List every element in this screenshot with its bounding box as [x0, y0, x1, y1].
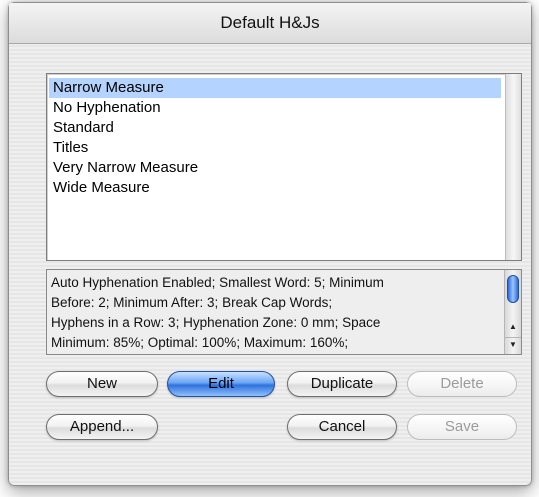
new-button[interactable]: New — [46, 371, 158, 397]
cancel-button[interactable]: Cancel — [287, 414, 397, 440]
list-item-narrow-measure[interactable]: Narrow Measure — [49, 78, 501, 98]
list-item-very-narrow-measure[interactable]: Very Narrow Measure — [49, 158, 501, 178]
list-item-wide-measure[interactable]: Wide Measure — [49, 178, 501, 198]
hj-list[interactable]: Narrow Measure No Hyphenation Standard T… — [46, 73, 522, 261]
up-arrow-icon[interactable]: ▲ — [505, 320, 521, 334]
scroll-thumb[interactable] — [507, 275, 519, 303]
append-button[interactable]: Append... — [46, 414, 158, 440]
description-line: Auto Hyphenation Enabled; Smallest Word:… — [51, 275, 384, 290]
default-hjs-dialog: Default H&Js Narrow Measure No Hyphenati… — [8, 2, 532, 486]
dialog-title: Default H&Js — [220, 13, 320, 32]
title-bar[interactable]: Default H&Js — [9, 3, 531, 44]
hj-description-text: Auto Hyphenation Enabled; Smallest Word:… — [51, 273, 499, 353]
duplicate-button[interactable]: Duplicate — [287, 371, 397, 397]
hj-list-items: Narrow Measure No Hyphenation Standard T… — [49, 78, 501, 198]
list-item-no-hyphenation[interactable]: No Hyphenation — [49, 98, 501, 118]
edit-button[interactable]: Edit — [167, 371, 275, 397]
delete-button: Delete — [407, 371, 517, 397]
description-line: Minimum: 85%; Optimal: 100%; Maximum: 16… — [51, 335, 349, 350]
description-scrollbar[interactable]: ▲ ▼ — [504, 270, 521, 354]
hj-description-box: Auto Hyphenation Enabled; Smallest Word:… — [46, 269, 522, 355]
list-item-titles[interactable]: Titles — [49, 138, 501, 158]
description-line: Before: 2; Minimum After: 3; Break Cap W… — [51, 295, 333, 310]
list-item-standard[interactable]: Standard — [49, 118, 501, 138]
list-scrollbar[interactable] — [505, 74, 521, 260]
down-arrow-icon[interactable]: ▼ — [505, 337, 521, 352]
save-button: Save — [407, 414, 517, 440]
description-line: Hyphens in a Row: 3; Hyphenation Zone: 0… — [51, 315, 381, 330]
dialog-shadow: Default H&Js Narrow Measure No Hyphenati… — [8, 2, 532, 486]
